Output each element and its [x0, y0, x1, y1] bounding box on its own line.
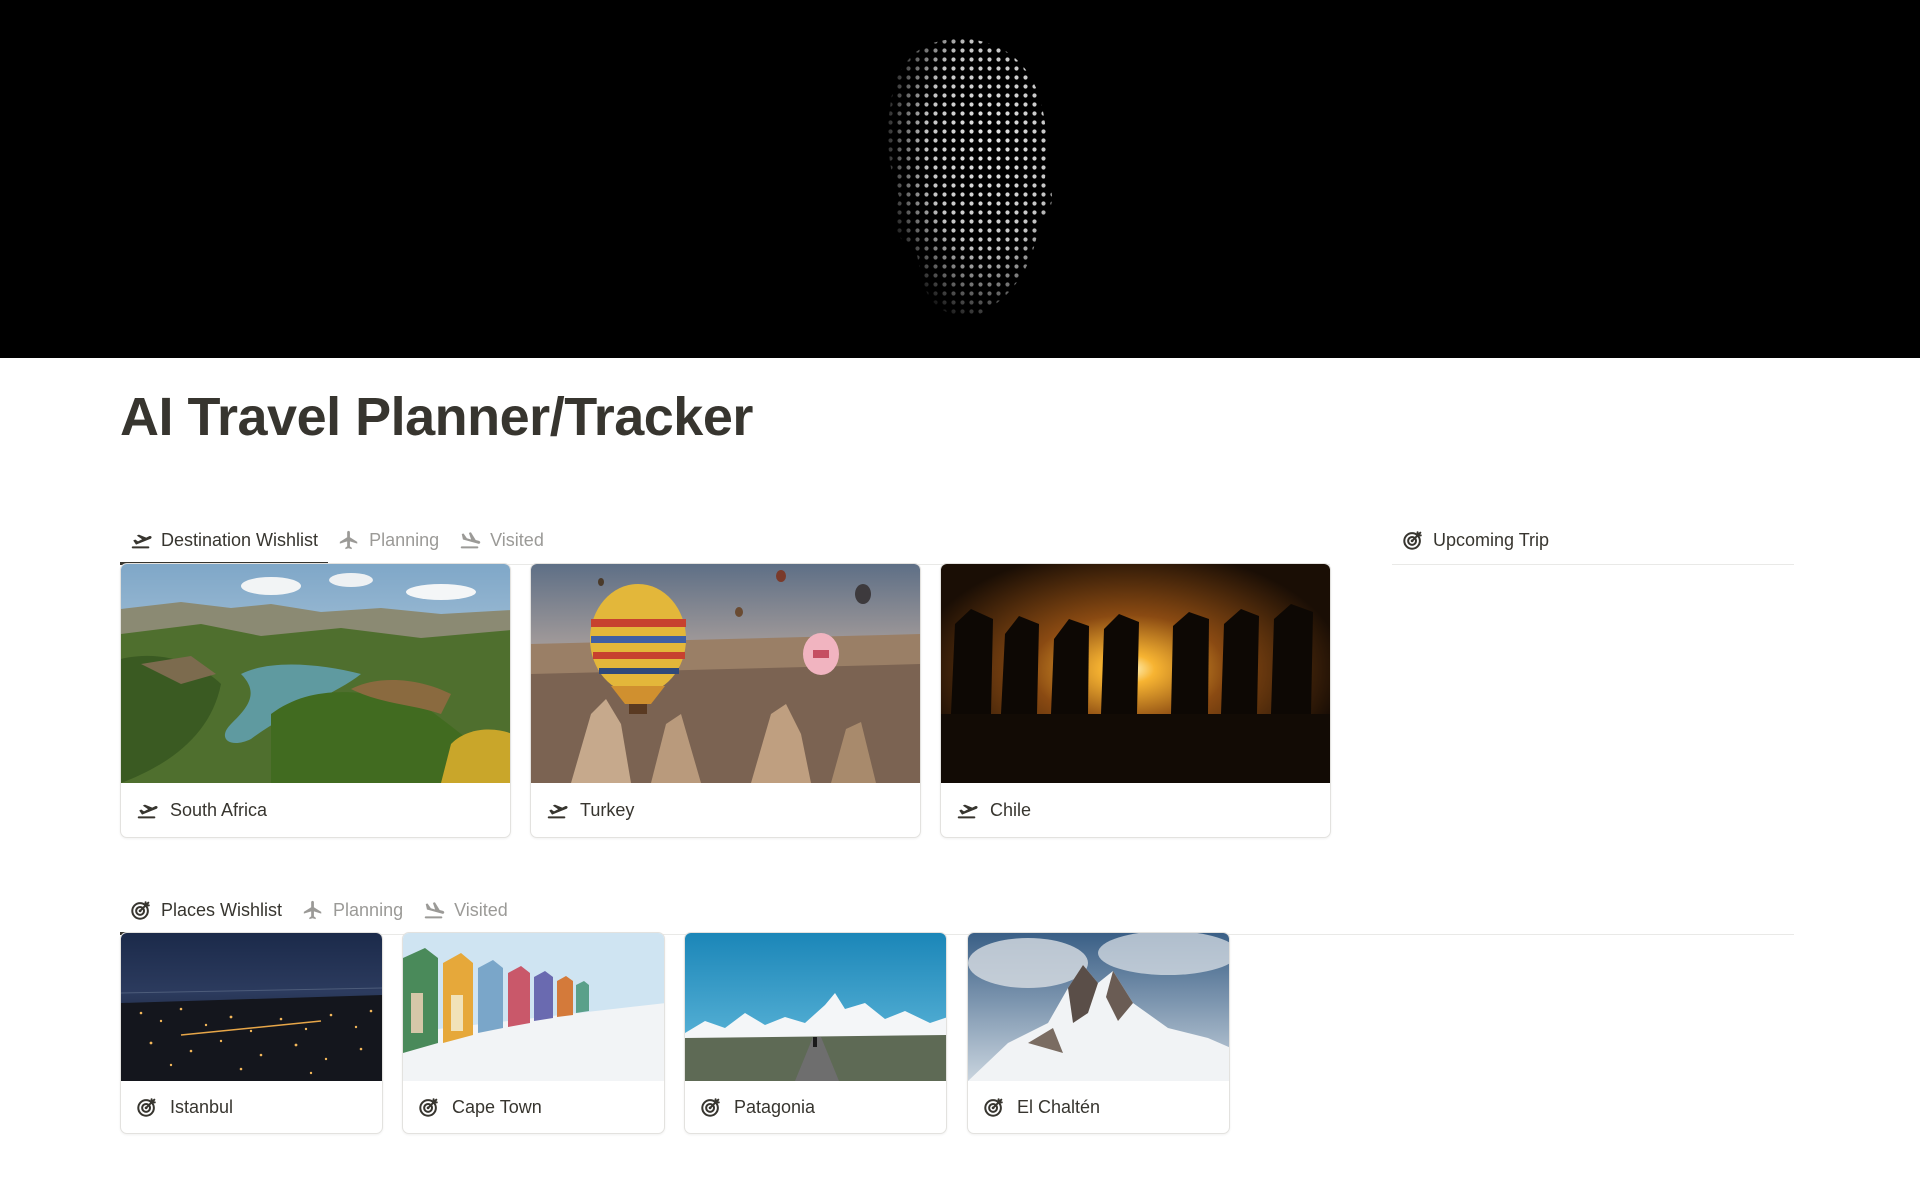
- target-icon: [983, 1096, 1005, 1118]
- plane-takeoff-icon: [546, 799, 568, 821]
- target-icon: [700, 1096, 722, 1118]
- tab-planning[interactable]: Planning: [328, 516, 449, 564]
- card-title: El Chaltén: [1017, 1096, 1101, 1117]
- target-icon: [1402, 529, 1424, 551]
- tab-label: Places Wishlist: [161, 899, 283, 920]
- card-title: South Africa: [170, 799, 268, 820]
- target-icon: [136, 1096, 158, 1118]
- plane-takeoff-icon: [136, 799, 158, 821]
- place-card-cape-town[interactable]: Cape Town: [402, 932, 665, 1134]
- place-card-el-chalten[interactable]: El Chaltén: [967, 932, 1230, 1134]
- card-caption: Chile: [941, 783, 1330, 837]
- destination-card-south-africa[interactable]: South Africa: [120, 563, 511, 838]
- target-icon: [418, 1096, 440, 1118]
- places-tab-bar: Places Wishlist Planning Visited: [120, 886, 1794, 935]
- card-title: Patagonia: [734, 1096, 816, 1117]
- tab-label: Planning: [333, 899, 404, 920]
- card-caption: Patagonia: [685, 1081, 946, 1133]
- tab-destination-wishlist[interactable]: Destination Wishlist: [120, 516, 329, 565]
- card-caption: El Chaltén: [968, 1081, 1229, 1133]
- patagonia-photo: [685, 933, 946, 1081]
- tab-places-wishlist[interactable]: Places Wishlist: [120, 886, 293, 935]
- istanbul-photo: [121, 933, 382, 1081]
- card-caption: Turkey: [531, 783, 920, 837]
- south-africa-photo: [121, 564, 510, 783]
- place-card-patagonia[interactable]: Patagonia: [684, 932, 947, 1134]
- upcoming-tab-bar: Upcoming Trip: [1392, 516, 1794, 565]
- plane-landing-icon: [423, 899, 445, 921]
- tab-label: Destination Wishlist: [161, 529, 319, 550]
- tab-visited[interactable]: Visited: [413, 886, 518, 934]
- tab-visited[interactable]: Visited: [449, 516, 554, 564]
- plane-landing-icon: [459, 529, 481, 551]
- tab-label: Planning: [369, 529, 440, 550]
- plane-icon: [338, 529, 360, 551]
- turkey-photo: [531, 564, 920, 783]
- tab-label: Visited: [490, 529, 544, 550]
- plane-takeoff-icon: [956, 799, 978, 821]
- page-title: AI Travel Planner/Tracker: [120, 387, 753, 447]
- card-caption: Istanbul: [121, 1081, 382, 1133]
- destinations-tab-bar: Destination Wishlist Planning Visited: [120, 516, 1330, 565]
- card-title: Chile: [990, 799, 1032, 820]
- card-caption: Cape Town: [403, 1081, 664, 1133]
- card-title: Turkey: [580, 799, 635, 820]
- destination-card-chile[interactable]: Chile: [940, 563, 1331, 838]
- destination-card-turkey[interactable]: Turkey: [530, 563, 921, 838]
- cape-town-photo: [403, 933, 664, 1081]
- face-illustration: [850, 28, 1070, 328]
- plane-takeoff-icon: [130, 529, 152, 551]
- tab-upcoming-trip[interactable]: Upcoming Trip: [1392, 516, 1559, 564]
- tab-label: Upcoming Trip: [1433, 529, 1550, 550]
- place-card-istanbul[interactable]: Istanbul: [120, 932, 383, 1134]
- plane-icon: [302, 899, 324, 921]
- chile-photo: [941, 564, 1330, 783]
- el-chalten-photo: [968, 933, 1229, 1081]
- card-title: Cape Town: [452, 1096, 542, 1117]
- card-caption: South Africa: [121, 783, 510, 837]
- tab-label: Visited: [454, 899, 508, 920]
- target-icon: [130, 899, 152, 921]
- cover-image: [0, 0, 1920, 358]
- card-title: Istanbul: [170, 1096, 234, 1117]
- tab-planning[interactable]: Planning: [292, 886, 413, 934]
